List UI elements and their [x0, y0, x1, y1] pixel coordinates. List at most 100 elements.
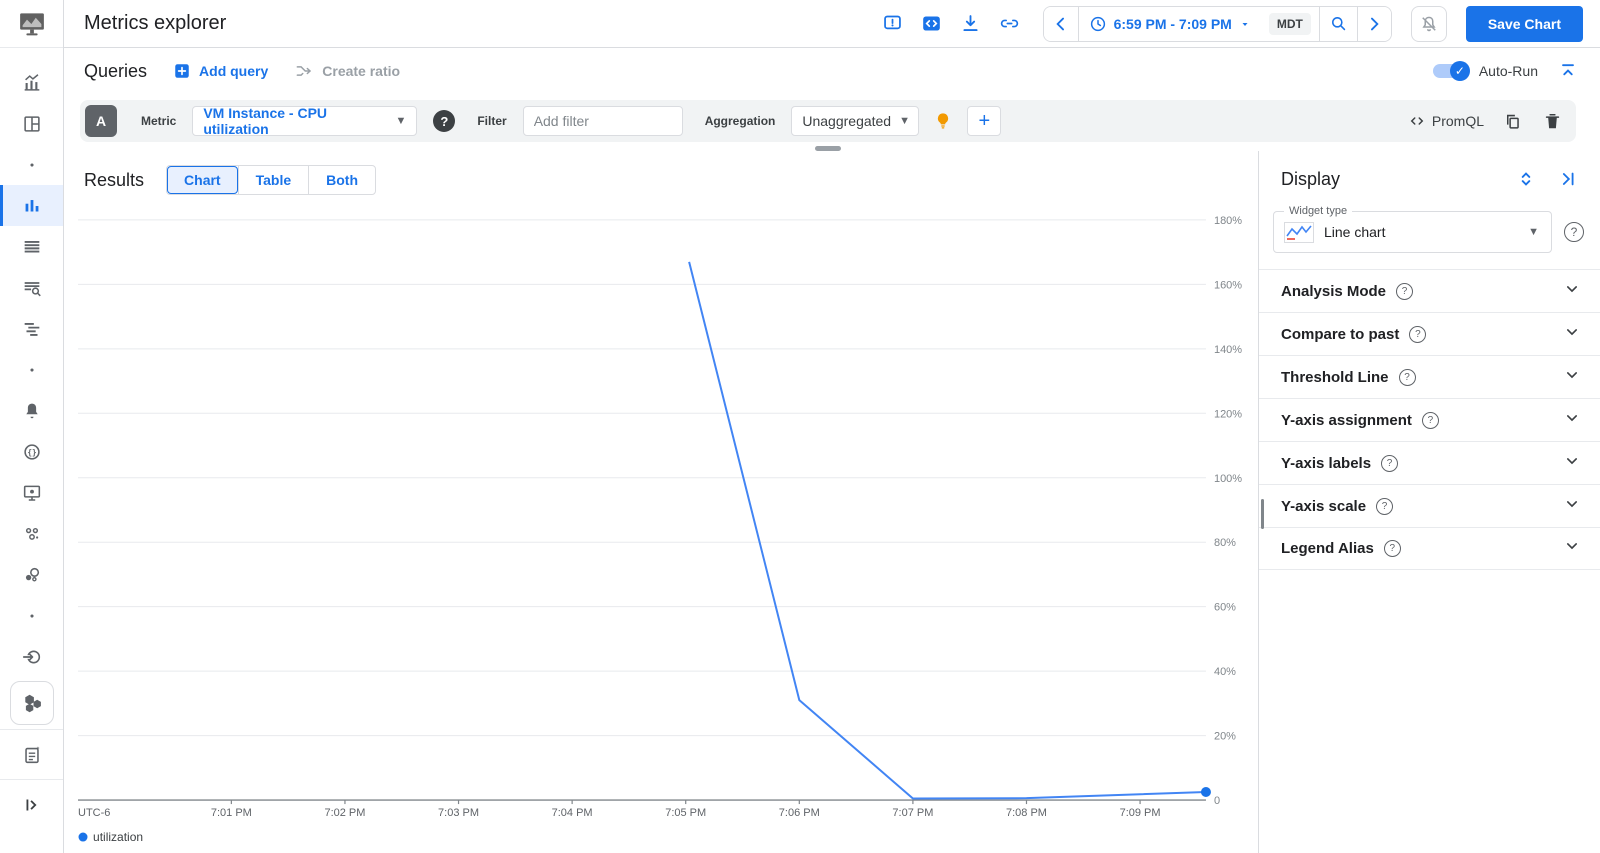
section-label: Y-axis labels — [1281, 454, 1372, 472]
search-icon — [1331, 17, 1346, 31]
caret-down-icon: ▼ — [1528, 226, 1539, 238]
help-icon[interactable]: ? — [1421, 411, 1439, 429]
metric-help-icon[interactable]: ? — [433, 110, 456, 132]
widget-type-help-icon[interactable]: ? — [1564, 222, 1584, 242]
topbar-actions: 6:59 PM - 7:09 PM MDT Save Chart — [881, 5, 1583, 42]
widget-type-label: Widget type — [1284, 205, 1353, 217]
time-back-button[interactable] — [1043, 6, 1078, 41]
report-doc-icon[interactable] — [0, 729, 63, 779]
time-range-control: 6:59 PM - 7:09 PM MDT — [1042, 5, 1392, 42]
chevron-down-icon[interactable] — [1562, 451, 1582, 476]
code-icon — [1410, 117, 1424, 125]
alerting-bell-icon[interactable] — [0, 390, 63, 431]
add-sub-query-button[interactable]: + — [967, 106, 1002, 136]
releases-icon[interactable]: {} — [0, 431, 63, 472]
chevron-down-icon[interactable] — [1562, 322, 1582, 347]
promql-button[interactable]: PromQL — [1408, 112, 1484, 130]
feedback-icon[interactable] — [881, 12, 905, 36]
display-section-compare-to-past[interactable]: Compare to past? — [1259, 312, 1600, 355]
section-label: Compare to past — [1281, 325, 1400, 343]
tab-chart[interactable]: Chart — [167, 166, 238, 194]
aggregation-dropdown[interactable]: Unaggregated ▼ — [791, 106, 920, 136]
svg-text:160%: 160% — [1214, 279, 1242, 291]
metric-dropdown[interactable]: VM Instance - CPU utilization ▼ — [192, 105, 418, 137]
display-section-y-axis-scale[interactable]: Y-axis scale? — [1259, 484, 1600, 527]
chevron-down-icon[interactable] — [1562, 365, 1582, 390]
help-icon[interactable]: ? — [1398, 368, 1416, 386]
logs-search-icon[interactable] — [0, 267, 63, 308]
time-range-button[interactable]: 6:59 PM - 7:09 PM — [1077, 6, 1261, 41]
display-section-y-axis-assignment[interactable]: Y-axis assignment? — [1259, 398, 1600, 441]
trend-chart-icon[interactable] — [0, 62, 63, 103]
help-icon[interactable]: ? — [1383, 540, 1401, 557]
chevron-down-icon[interactable] — [1562, 536, 1582, 561]
help-icon[interactable]: ? — [1396, 282, 1414, 300]
add-query-button[interactable]: Add query — [173, 62, 268, 80]
integrations-icon[interactable] — [0, 636, 63, 677]
trace-icon[interactable] — [0, 308, 63, 349]
help-icon[interactable]: ? — [1381, 454, 1399, 472]
duplicate-query-icon[interactable] — [1500, 109, 1524, 133]
svg-text:40%: 40% — [1214, 666, 1236, 678]
results-panel: Results Chart Table Both 180% 160% 140% 120% 1… — [64, 151, 1258, 853]
filter-input[interactable] — [533, 113, 672, 129]
svg-text:7:05 PM: 7:05 PM — [665, 807, 706, 819]
svg-text:UTC-6: UTC-6 — [78, 807, 110, 819]
collapse-panel-icon[interactable] — [1556, 167, 1580, 191]
expand-panel-icon[interactable] — [0, 779, 63, 829]
svg-text:7:04 PM: 7:04 PM — [552, 807, 593, 819]
svg-text:60%: 60% — [1214, 602, 1236, 614]
dashboards-icon[interactable] — [0, 103, 63, 144]
results-header: Results Chart Table Both — [64, 151, 1258, 195]
tab-table[interactable]: Table — [237, 166, 309, 194]
main-area: Metrics explorer 6:59 PM - 7:09 PM MDT S… — [64, 0, 1600, 853]
dot-icon — [0, 144, 63, 185]
services-icon[interactable] — [0, 554, 63, 595]
expand-all-icon[interactable] — [1514, 167, 1538, 191]
metric-label: Metric — [141, 114, 177, 128]
results-chart[interactable]: 180% 160% 140% 120% 100% 80% 60% 40% 20% 0 7:01 PM… — [64, 151, 1258, 853]
code-embed-icon[interactable] — [920, 12, 944, 36]
help-icon[interactable]: ? — [1409, 325, 1427, 343]
svg-text:7:09 PM: 7:09 PM — [1120, 807, 1161, 819]
kubernetes-hexagons-icon[interactable] — [0, 677, 63, 729]
display-section-analysis-mode[interactable]: Analysis Mode? — [1259, 269, 1600, 312]
scrollbar-thumb[interactable] — [1261, 499, 1264, 529]
tab-both[interactable]: Both — [308, 166, 376, 194]
section-label: Legend Alias — [1281, 540, 1374, 557]
time-zoom-search-button[interactable] — [1318, 6, 1357, 41]
list-icon[interactable] — [0, 226, 63, 267]
time-forward-button[interactable] — [1356, 6, 1391, 41]
monitoring-logo-icon[interactable] — [0, 0, 63, 48]
topbar: Metrics explorer 6:59 PM - 7:09 PM MDT S… — [64, 0, 1600, 48]
vm-monitor-icon[interactable] — [0, 472, 63, 513]
svg-text:7:01 PM: 7:01 PM — [211, 807, 252, 819]
section-label: Threshold Line — [1281, 368, 1389, 386]
display-section-y-axis-labels[interactable]: Y-axis labels? — [1259, 441, 1600, 484]
alert-off-button[interactable] — [1410, 5, 1447, 42]
chevron-down-icon[interactable] — [1562, 408, 1582, 433]
link-icon[interactable] — [998, 12, 1022, 36]
suggestion-lightbulb-icon[interactable] — [933, 111, 953, 131]
display-section-threshold-line[interactable]: Threshold Line? — [1259, 355, 1600, 398]
groups-icon[interactable] — [0, 513, 63, 554]
dot-icon — [0, 349, 63, 390]
display-sections: Analysis Mode? Compare to past? Threshold … — [1259, 269, 1600, 570]
download-icon[interactable] — [959, 12, 983, 36]
save-chart-button[interactable]: Save Chart — [1465, 5, 1583, 42]
delete-query-icon[interactable] — [1540, 109, 1564, 133]
app-window: {} Metrics explorer 6:59 PM - 7:09 PM MD… — [0, 0, 1600, 853]
metrics-explorer-icon[interactable] — [0, 185, 63, 226]
help-icon[interactable]: ? — [1376, 497, 1394, 515]
timezone-badge[interactable]: MDT — [1268, 12, 1311, 35]
auto-run-toggle[interactable]: ✓ — [1432, 61, 1470, 81]
display-section-legend-alias[interactable]: Legend Alias? — [1259, 527, 1600, 570]
chevron-down-icon[interactable] — [1562, 494, 1582, 519]
create-ratio-button[interactable]: Create ratio — [294, 61, 400, 81]
collapse-queries-icon[interactable] — [1556, 59, 1580, 83]
chevron-down-icon[interactable] — [1562, 279, 1582, 304]
queries-right: ✓ Auto-Run — [1432, 59, 1580, 83]
widget-type-dropdown[interactable]: Widget type Line chart ▼ — [1273, 205, 1552, 253]
query-row: A Metric VM Instance - CPU utilization ▼ … — [80, 100, 1576, 142]
filter-label: Filter — [477, 114, 507, 128]
